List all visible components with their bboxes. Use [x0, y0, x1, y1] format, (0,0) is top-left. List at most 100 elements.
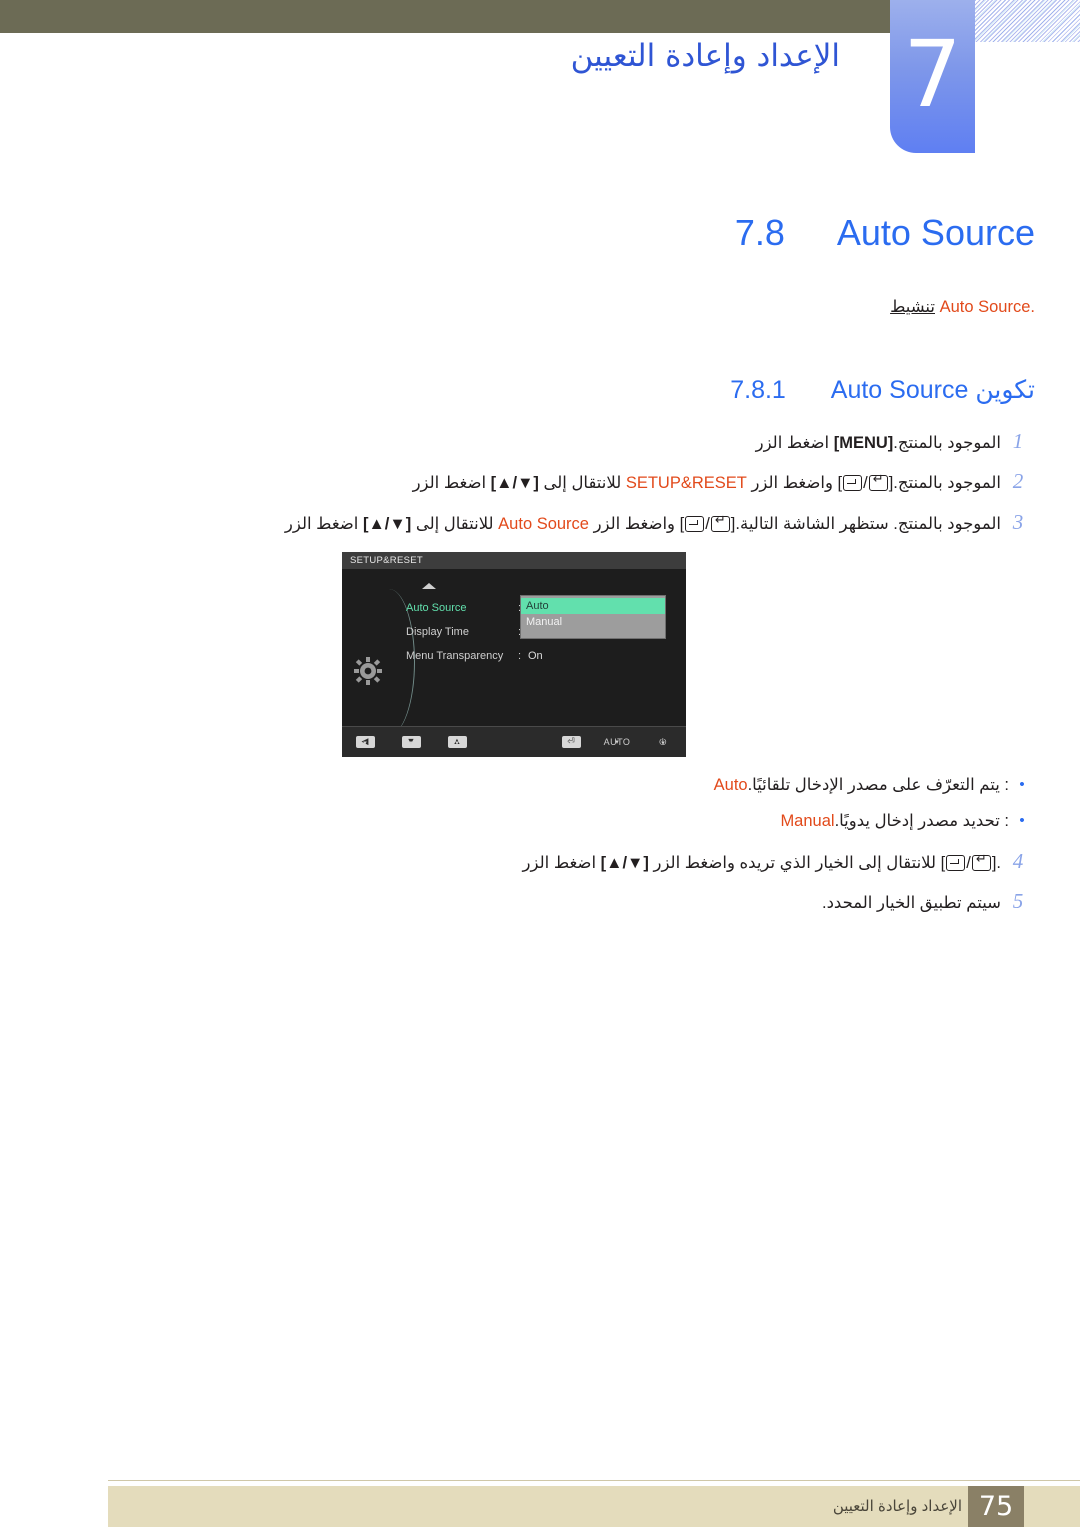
step-text: .[/] للانتقال إلى الخيار الذي تريده واضغ…: [135, 850, 1001, 874]
osd-row-value: On: [528, 649, 543, 662]
step-text: الموجود بالمنتج.[/] واضغط الزر SETUP&RES…: [135, 470, 1001, 494]
step-key-updown: [▲/▼]: [362, 514, 412, 533]
key-tick-icon: ▾: [455, 740, 459, 747]
osd-option-popup: Auto Manual: [520, 595, 666, 639]
header-hatch-decoration: [975, 0, 1080, 42]
step-text: سيتم تطبيق الخيار المحدد.: [135, 890, 1001, 914]
bullet-term: Manual: [780, 812, 835, 830]
osd-row-label: Display Time: [406, 625, 469, 638]
step-item: 5 سيتم تطبيق الخيار المحدد.: [135, 890, 1035, 914]
osd-key-down[interactable]: ▼ ▾: [388, 736, 434, 748]
osd-key-auto[interactable]: AUTO ▾: [594, 737, 640, 747]
step-text: الموجود بالمنتج. ستظهر الشاشة التالية.[/…: [135, 511, 1001, 535]
step-term: Auto Source: [498, 514, 589, 533]
section-heading: 7.8 Auto Source: [315, 212, 1035, 254]
source-button-icon: [946, 855, 966, 871]
enter-button-icon: [971, 852, 991, 871]
step-text-pre: اضغط الزر: [284, 514, 359, 533]
step-button-icons: [/]: [941, 852, 997, 874]
osd-key-power[interactable]: ⏻ ▾: [640, 737, 686, 748]
footer-chapter-text: الإعداد وإعادة التعيين: [832, 1498, 962, 1515]
step-number: 4: [1012, 849, 1024, 873]
osd-key-enter[interactable]: ⏎ ▾: [548, 736, 594, 748]
osd-key-up[interactable]: ▲ ▾: [434, 736, 480, 748]
bullet-item: • : يتم التعرّف على مصدر الإدخال تلقائيً…: [185, 775, 1035, 795]
step-number: 1: [1012, 429, 1024, 453]
step-text-mid: للانتقال إلى: [411, 514, 499, 533]
osd-title: SETUP&RESET: [342, 552, 686, 569]
section-intro: .Auto Source تنشيط: [145, 297, 1035, 317]
step-key-updown: [▲/▼]: [490, 474, 539, 493]
subsection-title: Auto Source تكوين: [831, 375, 1035, 405]
osd-option-auto[interactable]: Auto: [521, 598, 665, 614]
key-tick-icon: ▾: [569, 740, 573, 747]
bullet-item: • : تحديد مصدر إدخال يدويًا.Manual: [185, 811, 1035, 831]
enter-button-icon: [868, 472, 888, 492]
step-number: 2: [1012, 469, 1024, 494]
subsection-title-arabic: تكوين: [975, 376, 1035, 404]
bullet-dot-icon: •: [1019, 776, 1025, 793]
key-tick-icon: ▾: [661, 739, 665, 747]
source-button-icon: [685, 515, 705, 532]
section-title-text: Auto Source: [836, 212, 1035, 253]
step-text-pre: اضغط الزر: [412, 474, 487, 493]
step-item: 3 الموجود بالمنتج. ستظهر الشاشة التالية.…: [135, 509, 1035, 535]
subsection-number: 7.8.1: [730, 376, 786, 404]
step-number: 5: [1012, 889, 1024, 914]
step-text-pre: اضغط الزر: [522, 854, 597, 872]
step-item: 2 الموجود بالمنتج.[/] واضغط الزر SETUP&R…: [135, 470, 1035, 494]
step-text-mid2: واضغط الزر: [746, 474, 838, 493]
osd-screenshot: SETUP&RESET Auto Source :: [342, 552, 686, 757]
bullet-dot-icon: •: [1019, 812, 1025, 829]
section-intro-period: .: [1030, 298, 1035, 316]
header-olive-bar: [0, 0, 890, 33]
bullet-description: : يتم التعرّف على مصدر الإدخال تلقائيًا.: [747, 776, 1009, 794]
osd-key-left[interactable]: ◀ ▾: [342, 736, 388, 748]
osd-option-manual[interactable]: Manual: [521, 614, 665, 630]
osd-pane: Auto Source : Display Time : Menu Transp…: [342, 569, 686, 735]
step-term: SETUP&RESET: [625, 474, 747, 493]
chapter-number-tab: 7: [890, 0, 975, 153]
chapter-title: الإعداد وإعادة التعيين: [570, 38, 840, 74]
key-tick-icon: ▾: [615, 739, 619, 746]
step-item: 1 الموجود بالمنتج.[MENU] اضغط الزر: [135, 430, 1035, 454]
bullet-term: Auto: [713, 776, 748, 794]
step-button-icons: [/]: [838, 472, 894, 494]
footer-rule: [108, 1480, 1080, 1481]
step-text-pre: سيتم تطبيق الخيار المحدد.: [822, 894, 1001, 913]
step-text-pre: اضغط الزر: [755, 434, 830, 452]
footer-page-number: 75: [968, 1486, 1024, 1527]
subsection-heading: 7.8.1 Auto Source تكوين: [315, 375, 1035, 405]
step-text-post: الموجود بالمنتج.: [893, 434, 1001, 452]
step-text-mid: للانتقال إلى: [538, 474, 626, 493]
step-key-menu: [MENU]: [833, 434, 894, 452]
source-button-icon: [843, 475, 863, 492]
key-tick-icon: ▾: [363, 740, 367, 747]
osd-row[interactable]: Menu Transparency : On: [406, 645, 676, 666]
section-intro-term: Auto Source: [939, 298, 1031, 316]
key-tick-icon: ▾: [409, 740, 413, 747]
section-intro-arabic: تنشيط: [890, 298, 935, 316]
section-number: 7.8: [734, 212, 785, 253]
bullet-text: : تحديد مصدر إدخال يدويًا.Manual: [185, 811, 1009, 831]
subsection-title-term: Auto Source: [830, 376, 969, 404]
step-text: الموجود بالمنتج.[MENU] اضغط الزر: [135, 430, 1001, 454]
step-item: 4 .[/] للانتقال إلى الخيار الذي تريده وا…: [135, 850, 1035, 874]
step-text-post: الموجود بالمنتج.: [893, 474, 1001, 493]
enter-button-icon: [710, 513, 730, 532]
bullet-text: : يتم التعرّف على مصدر الإدخال تلقائيًا.…: [185, 775, 1009, 795]
steps-list-after: 4 .[/] للانتقال إلى الخيار الذي تريده وا…: [135, 850, 1035, 931]
step-key-updown: [▲/▼]: [600, 854, 649, 872]
bullet-description: : تحديد مصدر إدخال يدويًا.: [834, 812, 1009, 830]
osd-row-label: Menu Transparency: [406, 649, 504, 662]
option-bullets: • : يتم التعرّف على مصدر الإدخال تلقائيً…: [185, 775, 1035, 847]
steps-list-before: 1 الموجود بالمنتج.[MENU] اضغط الزر 2 الم…: [135, 430, 1035, 551]
step-text-mid2: واضغط الزر: [588, 514, 680, 533]
step-text-post: الموجود بالمنتج. ستظهر الشاشة التالية.: [735, 514, 1001, 533]
osd-row-label: Auto Source: [406, 601, 467, 614]
step-number: 3: [1012, 509, 1024, 534]
osd-button-bar: ◀ ▾ ▼ ▾ ▲ ▾ ⏎ ▾ AUTO ▾ ⏻ ▾: [342, 726, 686, 757]
osd-scroll-up-caret-icon: [422, 583, 436, 589]
step-button-icons: [/]: [680, 513, 736, 535]
step-text-post: .: [996, 854, 1001, 872]
